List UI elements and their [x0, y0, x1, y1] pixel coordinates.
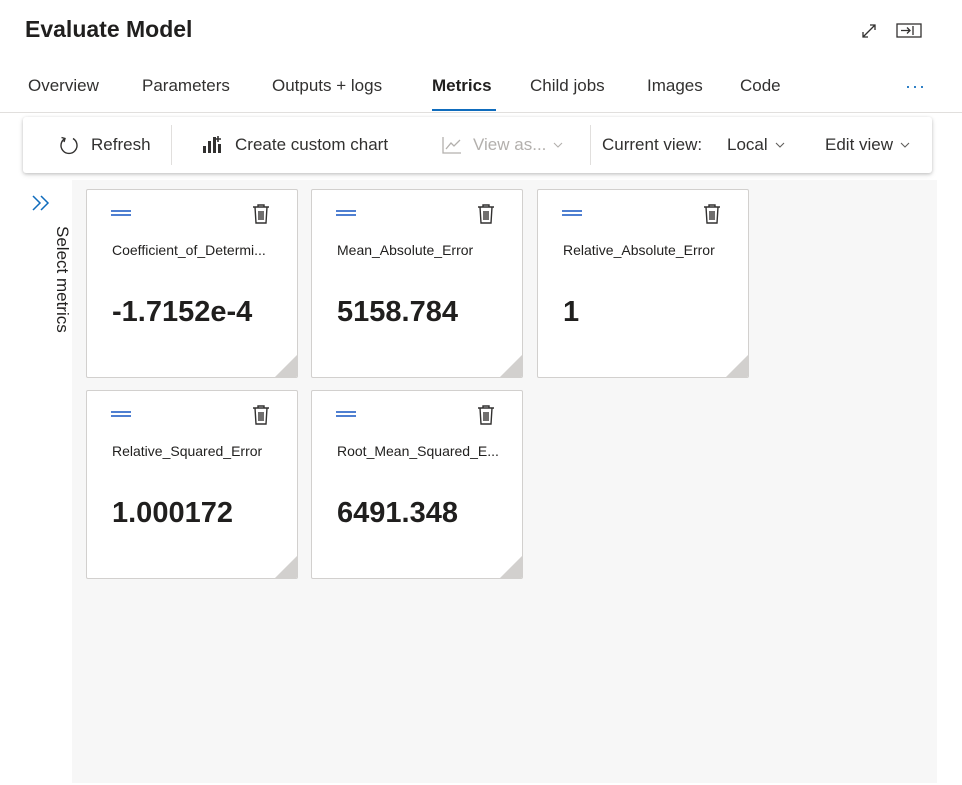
edit-view-dropdown[interactable]: Edit view	[825, 117, 920, 173]
metric-card: Relative_Squared_Error 1.000172	[86, 390, 298, 579]
delete-icon[interactable]	[476, 404, 496, 426]
resize-handle[interactable]	[726, 355, 748, 377]
edit-view-label: Edit view	[825, 135, 894, 154]
active-tab-indicator	[432, 109, 496, 111]
tab-parameters[interactable]: Parameters	[142, 76, 230, 96]
resize-handle[interactable]	[275, 556, 297, 578]
metric-name: Coefficient_of_Determi...	[112, 242, 266, 258]
metric-value: 5158.784	[337, 296, 458, 328]
drag-handle-icon[interactable]	[111, 210, 131, 217]
metric-value: 6491.348	[337, 497, 458, 529]
resize-handle[interactable]	[500, 556, 522, 578]
metric-value: -1.7152e-4	[112, 296, 253, 328]
select-metrics-label: Select metrics	[53, 226, 72, 333]
select-metrics-toggle[interactable]: Select metrics	[22, 190, 72, 360]
tab-bar: Overview Parameters Outputs + logs Metri…	[0, 70, 962, 113]
tab-code[interactable]: Code	[740, 76, 781, 96]
chevron-down-icon	[554, 142, 563, 148]
refresh-icon	[60, 136, 78, 155]
delete-icon[interactable]	[702, 203, 722, 225]
resize-handle[interactable]	[500, 355, 522, 377]
toolbar-divider	[171, 125, 172, 165]
double-chevron-right-icon	[32, 195, 50, 211]
view-as-label: View as...	[473, 135, 547, 154]
expand-diagonal-icon[interactable]	[856, 18, 882, 44]
chart-add-icon	[203, 136, 221, 153]
chevron-down-icon	[775, 142, 785, 148]
drag-handle-icon[interactable]	[336, 411, 356, 418]
more-options-button[interactable]: ···	[905, 76, 926, 97]
create-custom-chart-label: Create custom chart	[235, 135, 389, 154]
resize-handle[interactable]	[275, 355, 297, 377]
metric-value: 1	[563, 296, 580, 328]
metric-card: Root_Mean_Squared_E... 6491.348	[311, 390, 523, 579]
page-title: Evaluate Model	[25, 16, 193, 42]
drag-handle-icon[interactable]	[336, 210, 356, 217]
tab-images[interactable]: Images	[647, 76, 703, 96]
current-view-label: Current view:	[602, 135, 703, 154]
tab-outputs-logs[interactable]: Outputs + logs	[272, 76, 382, 96]
tab-child-jobs[interactable]: Child jobs	[530, 76, 605, 96]
drag-handle-icon[interactable]	[562, 210, 582, 217]
metric-card: Relative_Absolute_Error 1	[537, 189, 749, 378]
delete-icon[interactable]	[251, 404, 271, 426]
current-view-value: Local	[727, 135, 768, 154]
metric-name: Root_Mean_Squared_E...	[337, 443, 499, 459]
metric-value: 1.000172	[112, 497, 233, 529]
metric-card: Mean_Absolute_Error 5158.784	[311, 189, 523, 378]
toolbar-divider	[590, 125, 591, 165]
refresh-label: Refresh	[91, 135, 151, 154]
metric-card: Coefficient_of_Determi... -1.7152e-4	[86, 189, 298, 378]
view-as-dropdown[interactable]: View as...	[441, 117, 573, 173]
delete-icon[interactable]	[476, 203, 496, 225]
metric-name: Mean_Absolute_Error	[337, 242, 474, 258]
metrics-toolbar: Refresh Create custom chart View as... C…	[23, 117, 932, 173]
line-chart-icon	[442, 137, 461, 154]
tab-overview[interactable]: Overview	[28, 76, 99, 96]
metric-name: Relative_Absolute_Error	[563, 242, 715, 258]
chevron-down-icon	[900, 142, 910, 148]
open-pane-icon[interactable]	[896, 18, 922, 44]
refresh-button[interactable]: Refresh	[57, 117, 151, 173]
drag-handle-icon[interactable]	[111, 411, 131, 418]
delete-icon[interactable]	[251, 203, 271, 225]
create-custom-chart-button[interactable]: Create custom chart	[201, 117, 388, 173]
tab-metrics[interactable]: Metrics	[432, 76, 492, 96]
metric-name: Relative_Squared_Error	[112, 443, 263, 459]
current-view-dropdown[interactable]: Local	[727, 117, 795, 173]
